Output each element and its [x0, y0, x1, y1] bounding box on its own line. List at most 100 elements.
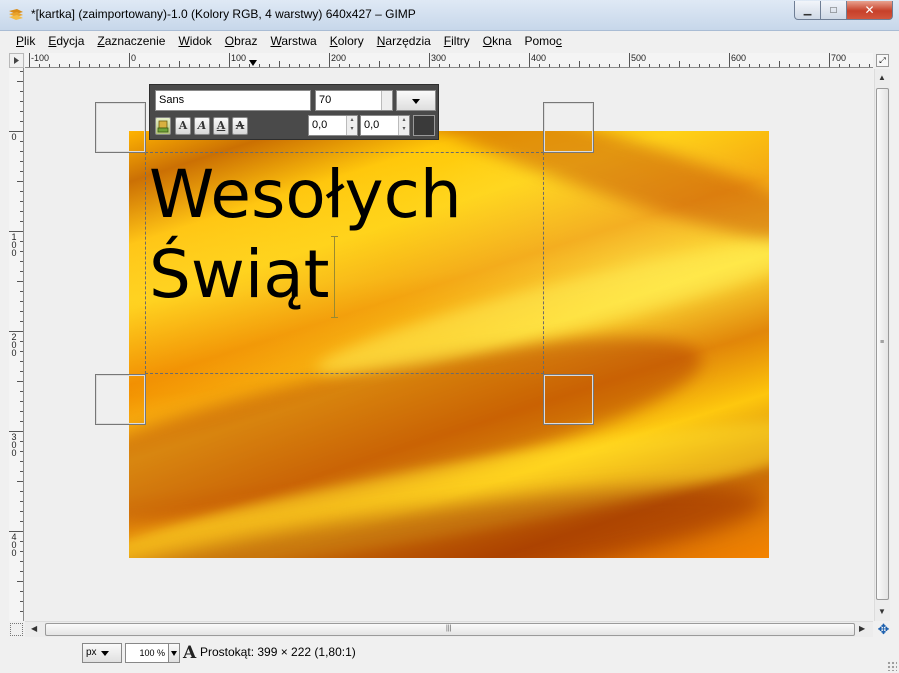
ruler-tick	[429, 53, 430, 67]
quick-mask-toggle[interactable]	[10, 623, 23, 636]
zoom-field[interactable]: 100 %	[125, 643, 169, 663]
ruler-label: 300	[431, 53, 447, 63]
menu-pomoc[interactable]: Pomoc	[518, 31, 568, 51]
menu-edycja[interactable]: Edycja	[41, 31, 90, 51]
maximize-icon: □	[830, 4, 837, 16]
ruler-tick	[619, 64, 620, 67]
zoom-dropdown-button[interactable]	[168, 643, 180, 663]
clear-style-button[interactable]	[155, 117, 171, 135]
ruler-tick	[189, 64, 190, 67]
ruler-corner-menu-button[interactable]	[9, 53, 24, 68]
scroll-up-arrow-icon[interactable]: ▲	[878, 73, 886, 82]
eraser-style-icon	[157, 120, 169, 133]
unit-select[interactable]: px	[82, 643, 122, 663]
ruler-tick	[869, 64, 870, 67]
ruler-tick	[699, 64, 700, 67]
ruler-tick	[799, 64, 800, 67]
horizontal-scrollbar[interactable]: ◀ ||| ▶	[25, 621, 873, 637]
ruler-tick	[20, 501, 23, 502]
menu-filtry[interactable]: Filtry	[437, 31, 476, 51]
italic-button[interactable]: A	[194, 117, 210, 135]
font-size-field[interactable]: 70	[315, 90, 393, 111]
scroll-right-arrow-icon[interactable]: ▶	[859, 624, 865, 633]
menu-narzedzia[interactable]: Narzędzia	[370, 31, 437, 51]
ruler-tick	[20, 361, 23, 362]
menu-okna[interactable]: Okna	[476, 31, 518, 51]
menu-bar: Plik Edycja Zaznaczenie Widok Obraz Wars…	[0, 31, 899, 51]
ruler-tick	[719, 64, 720, 67]
vertical-ruler[interactable]: 0 100 200 300 400	[9, 68, 24, 621]
ruler-tick	[20, 311, 23, 312]
ruler-tick	[319, 64, 320, 67]
vertical-scrollbar[interactable]: ▲ ≡ ▼	[874, 69, 890, 621]
kerning-field[interactable]: 0,0 ▴ ▾	[360, 115, 410, 136]
ruler-tick	[109, 64, 110, 67]
resize-handle-bottom-right[interactable]	[543, 374, 594, 425]
ruler-tick	[809, 64, 810, 67]
baseline-offset-field[interactable]: 0,0 ▴ ▾	[308, 115, 358, 136]
ruler-tick	[419, 64, 420, 67]
ruler-tick	[509, 64, 510, 67]
ruler-tick	[20, 341, 23, 342]
scroll-left-arrow-icon[interactable]: ◀	[31, 624, 37, 633]
size-unit-dropdown[interactable]	[396, 90, 436, 111]
ruler-tick	[459, 64, 460, 67]
resize-handle-top-right[interactable]	[543, 102, 594, 153]
menu-widok[interactable]: Widok	[171, 31, 217, 51]
ruler-tick	[769, 64, 770, 67]
image-canvas[interactable]: Wesołych Świąt Sans 70 A A A A 0,0 ▴ ▾ 0,0…	[25, 69, 873, 621]
ruler-tick	[829, 53, 830, 67]
menu-warstwa[interactable]: Warstwa	[263, 31, 322, 51]
baseline-spinner[interactable]: ▴ ▾	[346, 116, 357, 135]
ruler-tick	[369, 64, 370, 67]
resize-handle-bottom-left[interactable]	[95, 374, 146, 425]
navigate-icon[interactable]: ✥	[876, 622, 891, 637]
ruler-tick	[20, 321, 23, 322]
menu-obraz[interactable]: Obraz	[218, 31, 264, 51]
horizontal-ruler[interactable]: -100 0 100 200 300 400 500 600 700	[25, 53, 873, 68]
ruler-tick	[20, 241, 23, 242]
text-color-button[interactable]	[413, 115, 435, 136]
resize-handle-top-left[interactable]	[95, 102, 146, 153]
ruler-pointer-marker	[249, 60, 257, 66]
underline-button[interactable]: A	[213, 117, 229, 135]
ruler-tick	[20, 151, 23, 152]
ruler-tick	[20, 301, 23, 302]
menu-plik[interactable]: Plik	[9, 31, 41, 51]
ruler-tick	[499, 64, 500, 67]
ruler-tick	[729, 53, 730, 67]
ruler-tick	[179, 61, 180, 67]
close-button[interactable]: ✕	[847, 1, 893, 20]
ruler-tick	[659, 64, 660, 67]
ruler-tick	[379, 61, 380, 67]
status-message: Prostokąt: 399 × 222 (1,80:1)	[200, 645, 356, 659]
bold-button[interactable]: A	[175, 117, 191, 135]
font-name-field[interactable]: Sans	[155, 90, 311, 111]
zoom-fit-icon: ⤢	[879, 56, 886, 65]
title-bar: *[kartka] (zaimportowany)-1.0 (Kolory RG…	[0, 0, 899, 31]
ruler-tick	[629, 53, 630, 67]
ruler-tick	[539, 64, 540, 67]
ruler-tick	[20, 451, 23, 452]
ruler-tick	[20, 411, 23, 412]
menu-arrow-icon	[14, 57, 19, 64]
font-size-spinner[interactable]	[381, 91, 392, 110]
kerning-spinner[interactable]: ▴ ▾	[398, 116, 409, 135]
horizontal-scroll-thumb[interactable]: |||	[45, 623, 855, 636]
zoom-to-fit-button[interactable]: ⤢	[876, 54, 889, 67]
strikethrough-button[interactable]: A	[232, 117, 248, 135]
ruler-tick	[20, 551, 23, 552]
menu-kolory[interactable]: Kolory	[323, 31, 370, 51]
ruler-tick	[20, 391, 23, 392]
menu-zaznaczenie[interactable]: Zaznaczenie	[90, 31, 171, 51]
scroll-down-arrow-icon[interactable]: ▼	[878, 607, 886, 616]
ruler-tick	[749, 64, 750, 67]
ruler-tick	[239, 64, 240, 67]
window-resize-grip[interactable]	[887, 661, 897, 671]
ruler-tick	[519, 64, 520, 67]
minimize-button[interactable]: ▁	[794, 1, 821, 20]
text-box-frame[interactable]	[145, 152, 544, 374]
minimize-icon: ▁	[803, 4, 812, 16]
vertical-scroll-thumb[interactable]: ≡	[876, 88, 889, 600]
maximize-button[interactable]: □	[821, 1, 847, 20]
